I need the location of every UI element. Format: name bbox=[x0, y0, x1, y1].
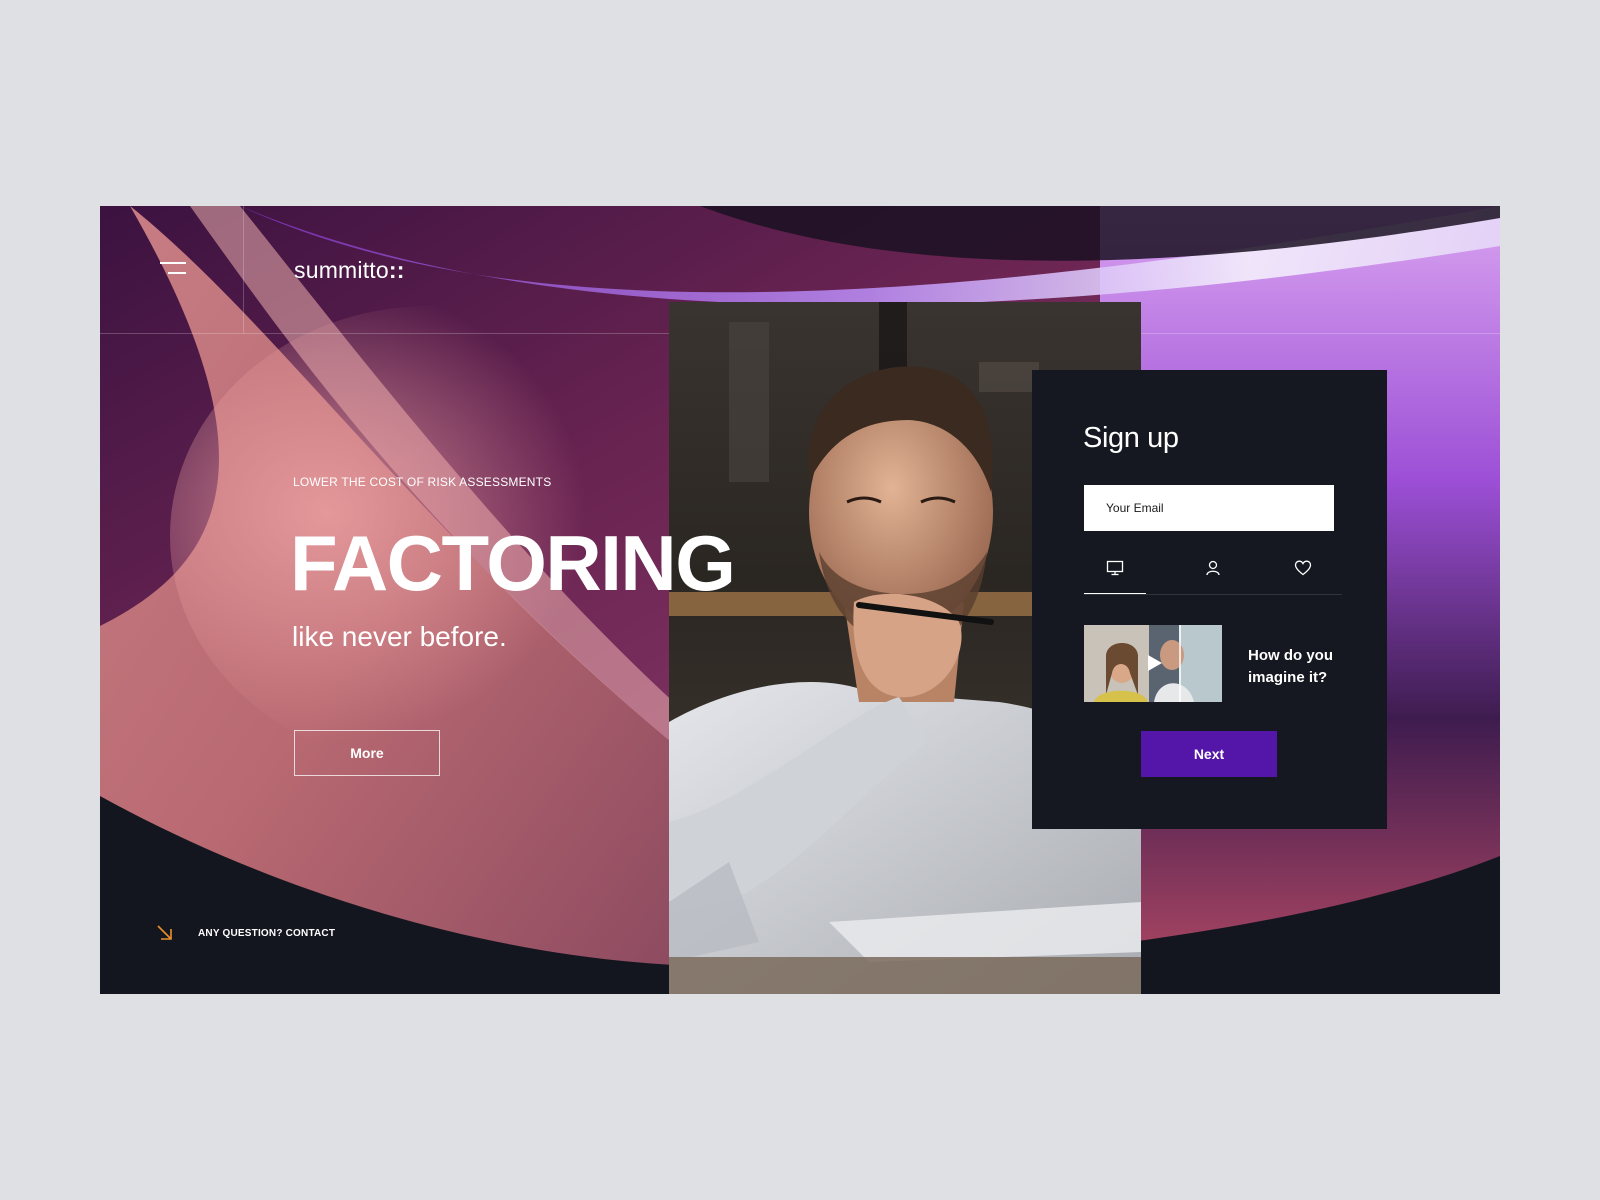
video-thumbnail[interactable] bbox=[1084, 625, 1222, 702]
hero-canvas: summitto:: LOWER THE COST OF RISK ASSESS… bbox=[100, 206, 1500, 994]
hero-headline: FACTORING bbox=[290, 519, 736, 607]
brand-logo[interactable]: summitto:: bbox=[294, 257, 405, 284]
tab-user[interactable] bbox=[1182, 554, 1244, 594]
hamburger-menu-button[interactable] bbox=[156, 260, 186, 280]
heart-icon bbox=[1294, 560, 1312, 576]
hero-eyebrow: LOWER THE COST OF RISK ASSESSMENTS bbox=[293, 475, 552, 489]
tab-heart[interactable] bbox=[1272, 554, 1334, 594]
email-field[interactable] bbox=[1084, 485, 1334, 531]
arrow-down-right-icon bbox=[157, 925, 172, 940]
signup-tabs bbox=[1084, 554, 1342, 595]
contact-label: ANY QUESTION? CONTACT bbox=[198, 927, 336, 939]
next-button[interactable]: Next bbox=[1141, 731, 1277, 777]
video-caption: How do you imagine it? bbox=[1248, 647, 1333, 686]
signup-title: Sign up bbox=[1083, 422, 1179, 454]
signup-card: Sign up Your Email How do you imagine it… bbox=[1032, 370, 1387, 829]
user-icon bbox=[1206, 560, 1220, 576]
brand-suffix: :: bbox=[388, 257, 405, 283]
menu-line-top bbox=[160, 262, 186, 264]
menu-line-bottom bbox=[168, 272, 186, 274]
contact-link[interactable]: ANY QUESTION? CONTACT bbox=[156, 924, 335, 942]
brand-name: summitto bbox=[294, 257, 389, 283]
more-button[interactable]: More bbox=[294, 730, 440, 776]
monitor-icon bbox=[1106, 560, 1124, 576]
header-divider-vertical bbox=[243, 206, 244, 333]
hero-subline: like never before. bbox=[292, 621, 507, 652]
tab-monitor[interactable] bbox=[1084, 554, 1146, 594]
